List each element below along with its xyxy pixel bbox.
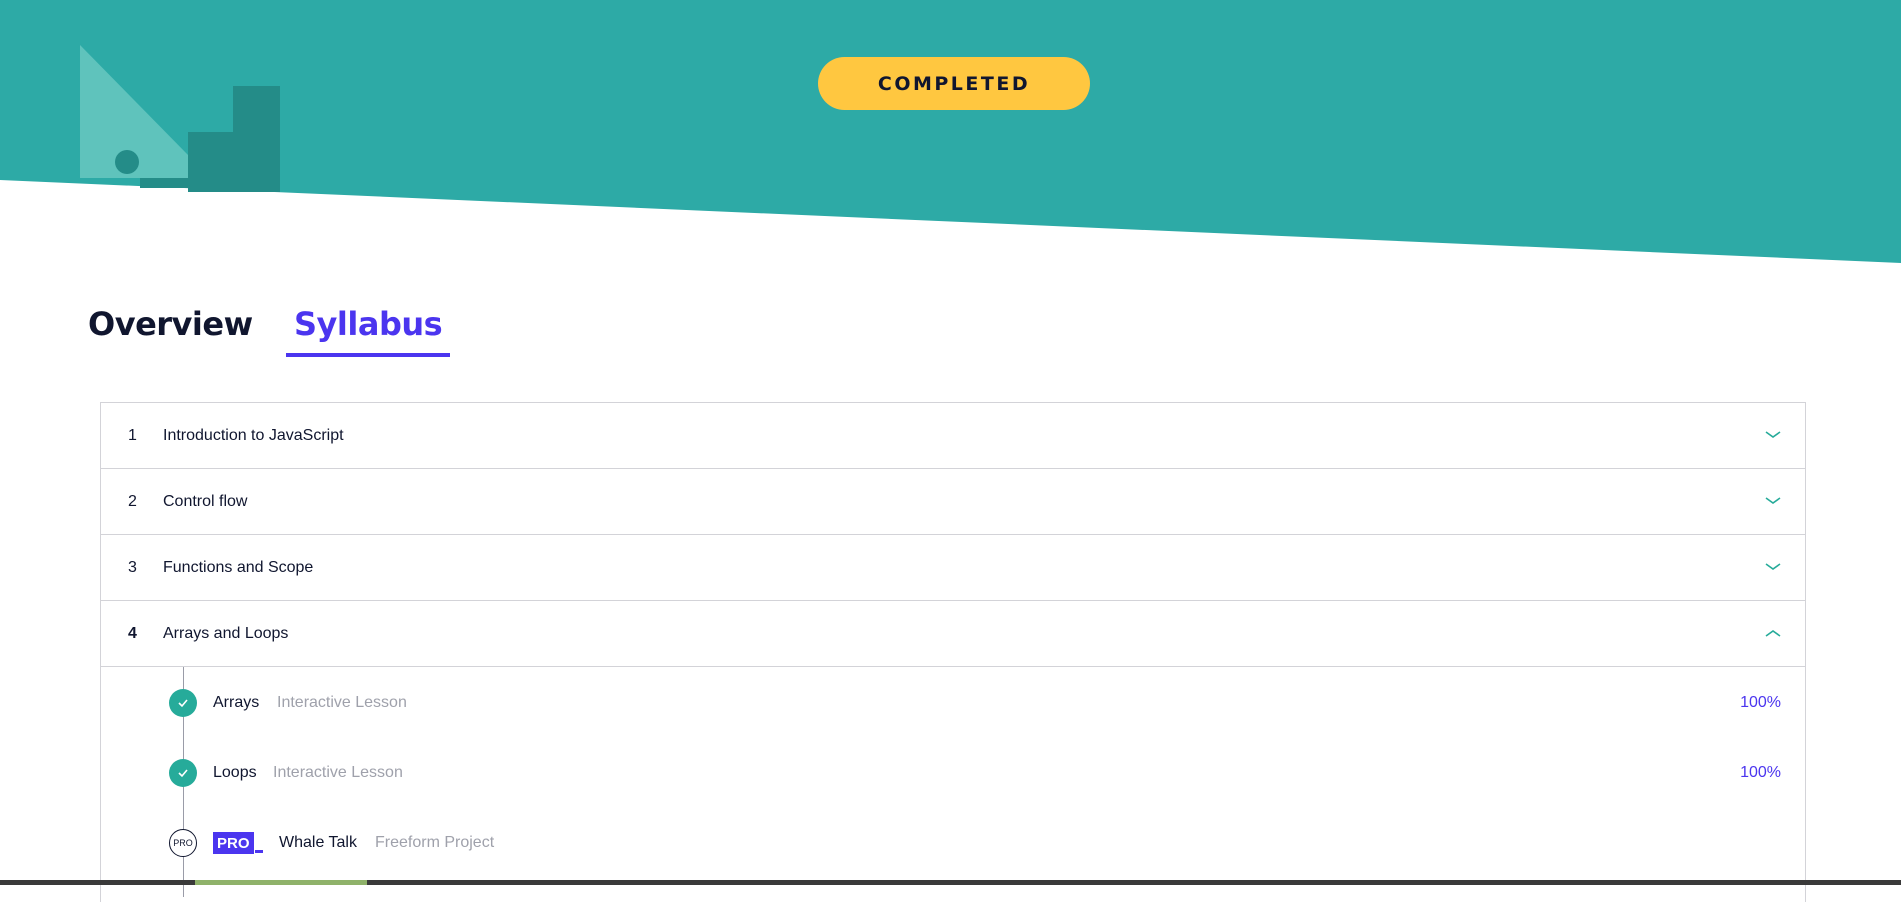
pro-badge: PRO: [213, 832, 254, 854]
check-icon: [169, 759, 197, 787]
lesson-item[interactable]: Arrays Interactive Lesson 100%: [101, 683, 1805, 723]
module-number: 4: [128, 624, 137, 642]
lesson-name[interactable]: Loops: [213, 764, 257, 782]
chevron-up-icon[interactable]: [1763, 623, 1783, 643]
module-number: 1: [128, 426, 137, 444]
module-title: Functions and Scope: [163, 558, 314, 576]
module-row[interactable]: 1 Introduction to JavaScript: [101, 403, 1805, 469]
module-number: 2: [128, 492, 137, 510]
module-title: Introduction to JavaScript: [163, 426, 344, 444]
lesson-name[interactable]: Whale Talk: [279, 834, 357, 852]
tab-syllabus[interactable]: Syllabus: [286, 305, 451, 357]
pro-badge-underscore: [255, 850, 263, 853]
taskbar: [0, 880, 1901, 885]
lesson-item[interactable]: PRO PRO Whale Talk Freeform Project: [101, 823, 1805, 863]
lesson-kind: Interactive Lesson: [273, 764, 403, 781]
hero-background: [0, 0, 1901, 263]
lesson-item[interactable]: Loops Interactive Lesson 100%: [101, 753, 1805, 793]
lesson-kind: Freeform Project: [375, 834, 495, 851]
lesson-progress: 100%: [1740, 764, 1781, 781]
module-row[interactable]: 4 Arrays and Loops: [101, 601, 1805, 667]
taskbar-active-segment: [195, 880, 367, 885]
chevron-down-icon[interactable]: [1763, 557, 1783, 577]
course-hero-banner: COMPLETED: [0, 0, 1901, 265]
circle-shape: [115, 150, 139, 174]
chevron-down-icon[interactable]: [1763, 425, 1783, 445]
lesson-progress: 100%: [1740, 694, 1781, 711]
chevron-down-icon[interactable]: [1763, 491, 1783, 511]
module-title: Arrays and Loops: [163, 624, 289, 642]
syllabus-list: 1 Introduction to JavaScript 2 Control f…: [100, 402, 1806, 902]
pro-lock-icon: PRO: [169, 829, 197, 857]
check-icon: [169, 689, 197, 717]
module-row[interactable]: 3 Functions and Scope: [101, 535, 1805, 601]
module-title: Control flow: [163, 492, 248, 510]
lesson-kind: Interactive Lesson: [277, 694, 407, 711]
lesson-name[interactable]: Arrays: [213, 694, 259, 712]
completed-badge: COMPLETED: [818, 57, 1090, 110]
lesson-list: Arrays Interactive Lesson 100% Loops Int…: [101, 667, 1805, 897]
tab-overview[interactable]: Overview: [88, 305, 253, 343]
module-row[interactable]: 2 Control flow: [101, 469, 1805, 535]
module-number: 3: [128, 558, 137, 576]
